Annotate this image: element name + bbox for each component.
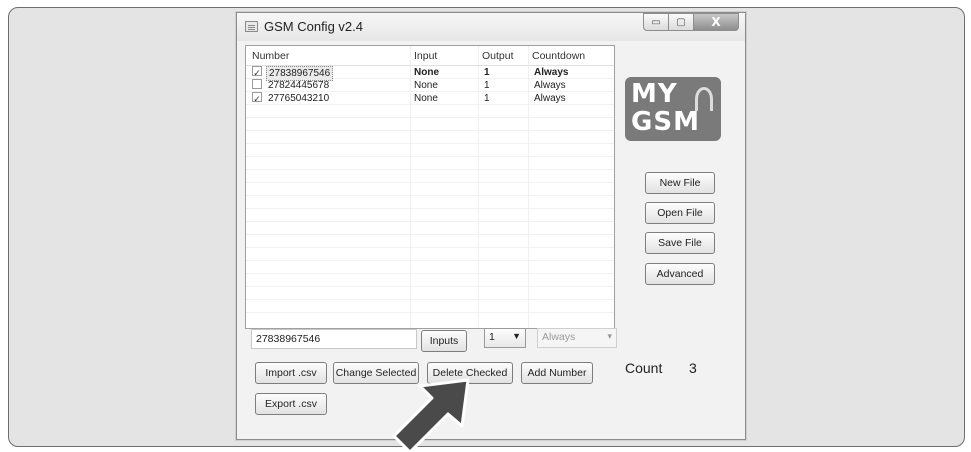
- count-value: 3: [689, 360, 697, 376]
- empty-row: [246, 209, 614, 222]
- list-rows: ✓ 27838967546 None 1 Always 27824445678 …: [246, 66, 614, 313]
- mygsm-logo: MY GSM: [625, 77, 721, 141]
- list-header: Number Input Output Countdown: [246, 46, 614, 66]
- output-select-value: 1: [489, 331, 495, 343]
- empty-row: [246, 274, 614, 287]
- row-countdown: Always: [534, 80, 566, 91]
- empty-row: [246, 131, 614, 144]
- open-file-button[interactable]: Open File: [645, 202, 715, 224]
- empty-row: [246, 235, 614, 248]
- row-input: None: [414, 93, 438, 104]
- chevron-down-icon: ▾: [607, 331, 612, 341]
- countdown-select: Always ▾: [537, 328, 617, 348]
- row-checkbox[interactable]: ✓: [252, 92, 262, 104]
- column-header-number[interactable]: Number: [252, 50, 289, 62]
- antenna-icon: [695, 87, 713, 111]
- save-file-button[interactable]: Save File: [645, 232, 715, 254]
- row-checkbox[interactable]: ✓: [252, 66, 262, 78]
- logo-line-1: MY: [631, 79, 678, 109]
- app-window: GSM Config v2.4 ▭ ▢ X Number Input Outpu…: [236, 12, 746, 440]
- maximize-button[interactable]: ▢: [668, 13, 694, 31]
- import-csv-button[interactable]: Import .csv: [255, 362, 327, 384]
- empty-row: [246, 183, 614, 196]
- advanced-button[interactable]: Advanced: [645, 263, 715, 285]
- empty-row: [246, 300, 614, 313]
- row-countdown: Always: [534, 93, 566, 104]
- export-csv-button[interactable]: Export .csv: [255, 393, 327, 415]
- minimize-button[interactable]: ▭: [643, 13, 669, 31]
- row-number: 27765043210: [268, 93, 330, 104]
- empty-row: [246, 170, 614, 183]
- column-header-input[interactable]: Input: [414, 50, 437, 62]
- title-bar: GSM Config v2.4 ▭ ▢ X: [237, 13, 745, 41]
- add-number-button[interactable]: Add Number: [521, 362, 593, 384]
- table-row[interactable]: ✓ 27838967546 None 1 Always: [246, 66, 614, 81]
- inputs-button[interactable]: Inputs: [421, 330, 467, 352]
- empty-row: [246, 157, 614, 170]
- empty-row: [246, 248, 614, 261]
- row-checkbox[interactable]: [252, 79, 262, 89]
- empty-row: [246, 196, 614, 209]
- window-title: GSM Config v2.4: [264, 19, 363, 34]
- empty-row: [246, 144, 614, 157]
- window-controls: ▭ ▢ X: [643, 13, 739, 33]
- empty-row: [246, 105, 614, 118]
- countdown-select-value: Always: [542, 331, 576, 343]
- table-row[interactable]: ✓ 27765043210 None 1 Always: [246, 92, 614, 105]
- app-icon: [245, 21, 258, 32]
- row-input: None: [414, 67, 439, 78]
- new-file-button[interactable]: New File: [645, 172, 715, 194]
- row-number: 27824445678: [268, 80, 330, 91]
- column-header-output[interactable]: Output: [482, 50, 514, 62]
- row-countdown: Always: [534, 67, 569, 78]
- row-output: 1: [484, 67, 490, 78]
- logo-line-2: GSM: [631, 107, 700, 137]
- column-header-countdown[interactable]: Countdown: [532, 50, 585, 62]
- number-input[interactable]: 27838967546: [251, 329, 417, 349]
- chevron-down-icon: ▼: [512, 331, 521, 341]
- empty-row: [246, 222, 614, 235]
- count-label: Count: [625, 360, 663, 376]
- output-select[interactable]: 1 ▼: [484, 328, 526, 348]
- table-row[interactable]: 27824445678 None 1 Always: [246, 79, 614, 92]
- row-output: 1: [484, 93, 490, 104]
- empty-row: [246, 261, 614, 274]
- arrow-pointer-icon: [392, 378, 470, 452]
- close-button[interactable]: X: [693, 13, 739, 31]
- row-input: None: [414, 80, 438, 91]
- empty-row: [246, 118, 614, 131]
- row-output: 1: [484, 80, 490, 91]
- number-list[interactable]: Number Input Output Countdown ✓ 27838967…: [245, 45, 615, 329]
- empty-row: [246, 287, 614, 300]
